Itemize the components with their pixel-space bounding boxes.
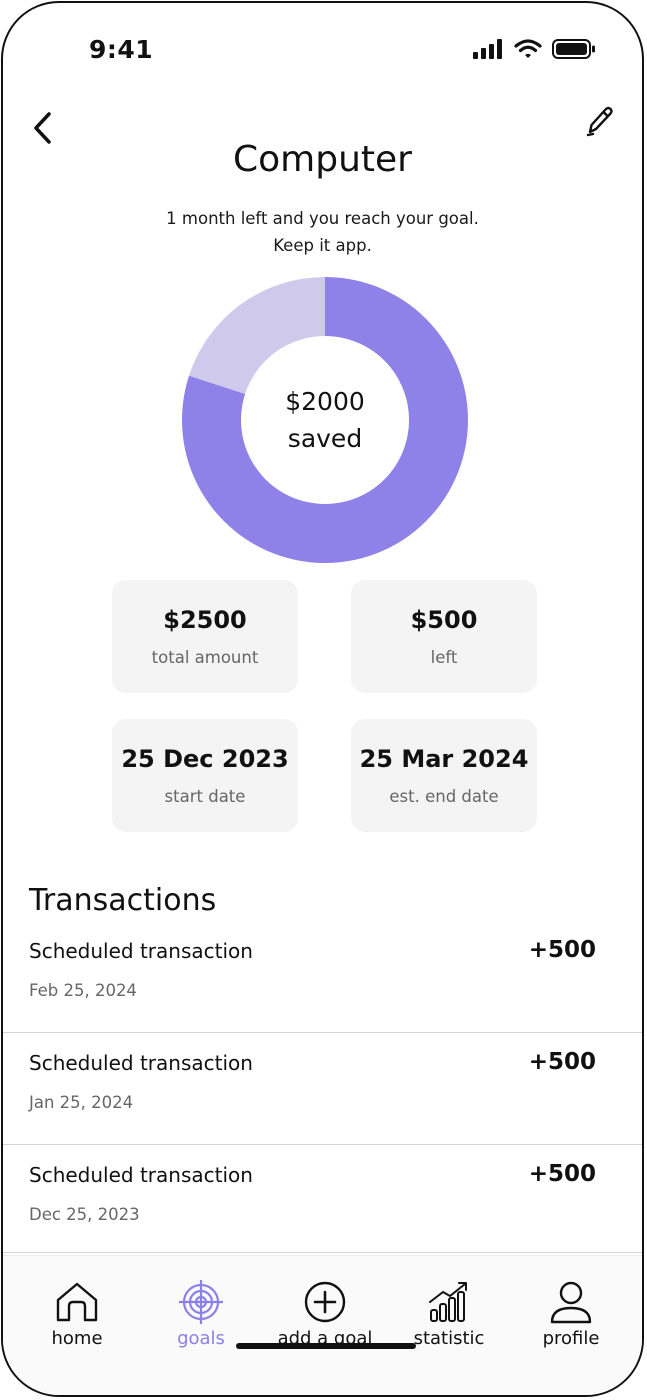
- tab-goals-label: goals: [177, 1328, 225, 1349]
- transaction-amount: +500: [528, 1161, 596, 1187]
- transaction-amount: +500: [528, 1049, 596, 1075]
- home-icon: [56, 1282, 98, 1322]
- end-date-label: est. end date: [389, 787, 499, 806]
- tab-goals[interactable]: goals: [141, 1280, 261, 1349]
- subtitle-line-1: 1 month left and you reach your goal.: [166, 209, 479, 228]
- transaction-name: Scheduled transaction: [29, 1163, 253, 1187]
- left-amount-card: $500 left: [351, 580, 537, 693]
- transaction-amount: +500: [528, 937, 596, 963]
- tab-home[interactable]: home: [17, 1280, 137, 1349]
- wifi-icon: [514, 39, 542, 58]
- transaction-row[interactable]: Scheduled transaction Feb 25, 2024 +500: [3, 921, 642, 1033]
- bar-chart-icon: [429, 1282, 467, 1322]
- end-date-value: 25 Mar 2024: [359, 745, 529, 773]
- battery-icon: [552, 39, 595, 59]
- saved-label: saved: [287, 424, 363, 453]
- total-amount-value: $2500: [163, 606, 247, 634]
- status-time: 9:41: [89, 35, 154, 64]
- status-icons: [472, 39, 596, 59]
- tab-profile-label: profile: [542, 1328, 600, 1349]
- tab-profile[interactable]: profile: [511, 1280, 631, 1349]
- transaction-date: Dec 25, 2023: [29, 1205, 140, 1224]
- end-date-card: 25 Mar 2024 est. end date: [351, 719, 537, 832]
- tab-statistic[interactable]: statistic: [389, 1280, 509, 1349]
- edit-button[interactable]: [582, 101, 616, 141]
- left-amount-label: left: [430, 648, 458, 667]
- transaction-name: Scheduled transaction: [29, 939, 253, 963]
- goal-subtitle: 1 month left and you reach your goal. Ke…: [3, 205, 642, 259]
- transaction-name: Scheduled transaction: [29, 1051, 253, 1075]
- transactions-heading: Transactions: [29, 883, 217, 918]
- subtitle-line-2: Keep it app.: [273, 236, 372, 255]
- saved-amount: $2000: [285, 387, 365, 416]
- left-amount-value: $500: [410, 606, 478, 634]
- donut-center-label: $2000 saved: [181, 276, 469, 564]
- status-bar: 9:41: [3, 3, 642, 93]
- start-date-label: start date: [164, 787, 246, 806]
- user-icon: [550, 1281, 592, 1324]
- goal-title: Computer: [233, 139, 412, 180]
- start-date-card: 25 Dec 2023 start date: [112, 719, 298, 832]
- target-icon: [179, 1280, 223, 1324]
- tab-home-label: home: [51, 1328, 103, 1349]
- tab-statistic-label: statistic: [413, 1328, 485, 1349]
- transaction-row[interactable]: Scheduled transaction Dec 25, 2023 +500: [3, 1145, 642, 1253]
- bottom-tab-bar: home goals add a goal statistic profile: [3, 1255, 642, 1395]
- transaction-date: Jan 25, 2024: [29, 1093, 134, 1112]
- total-amount-label: total amount: [151, 648, 259, 667]
- home-indicator: [236, 1343, 416, 1349]
- savings-donut-chart: $2000 saved: [181, 276, 469, 564]
- tab-add-goal[interactable]: add a goal: [265, 1280, 385, 1349]
- phone-screen: 9:41 Computer 1 month left and you reach…: [1, 1, 644, 1397]
- cellular-signal-icon: [473, 39, 502, 59]
- transaction-row[interactable]: Scheduled transaction Jan 25, 2024 +500: [3, 1033, 642, 1145]
- plus-circle-icon: [304, 1281, 346, 1323]
- start-date-value: 25 Dec 2023: [121, 745, 289, 773]
- pencil-icon: [586, 106, 613, 137]
- total-amount-card: $2500 total amount: [112, 580, 298, 693]
- transaction-date: Feb 25, 2024: [29, 981, 137, 1000]
